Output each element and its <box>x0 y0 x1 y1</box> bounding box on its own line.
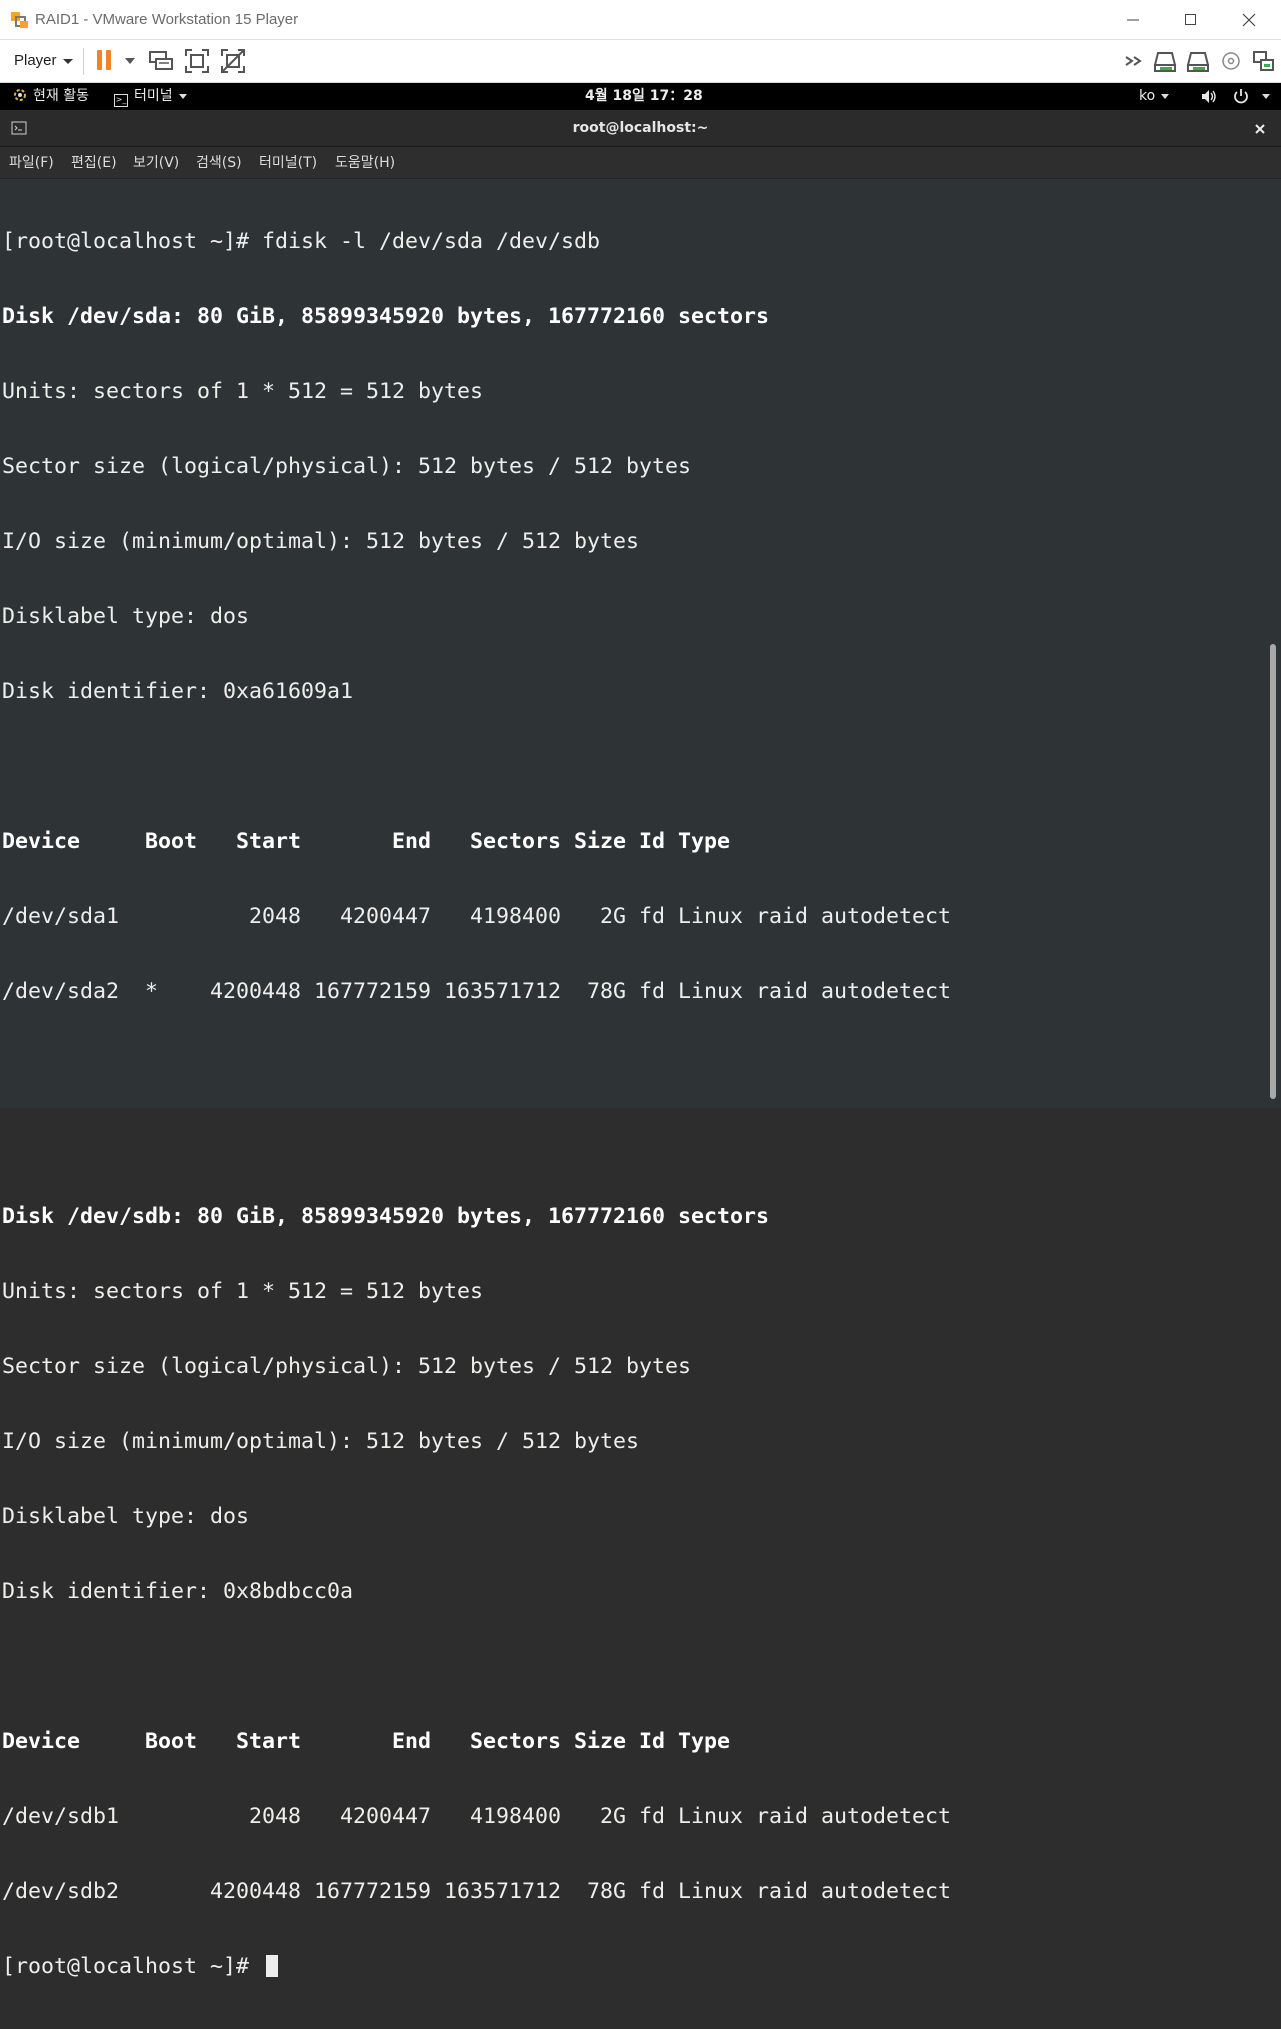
maximize-button[interactable] <box>1163 0 1221 40</box>
window-title-bar: RAID1 - VMware Workstation 15 Player <box>0 0 1281 40</box>
gnome-top-bar: 현재 활동 >_ 터미널 4월 18일 17：28 ko <box>0 83 1281 110</box>
app-menu-label: 터미널 <box>134 88 173 104</box>
menu-help[interactable]: 도움말(H) <box>335 147 395 179</box>
terminal-line: I/O size (minimum/optimal): 512 bytes / … <box>2 529 640 554</box>
maximize-icon <box>1185 14 1196 25</box>
menu-file[interactable]: 파일(F) <box>9 147 54 179</box>
fullscreen-icon <box>185 49 209 73</box>
volume-icon <box>1202 90 1216 103</box>
send-ctrl-alt-del-button[interactable] <box>147 47 175 75</box>
text-cursor <box>266 1955 279 1977</box>
hard-disk-2-button[interactable] <box>1185 47 1211 75</box>
terminal-line: Disk /dev/sda: 80 GiB, 85899345920 bytes… <box>2 304 770 329</box>
more-devices-icon <box>1125 56 1142 66</box>
more-devices-button[interactable] <box>1122 47 1148 75</box>
chevron-down-icon <box>1161 93 1170 99</box>
input-method-label: ko <box>1139 88 1156 104</box>
power-icon <box>1234 89 1249 104</box>
vmware-toolbar: Player <box>0 40 1281 83</box>
close-icon <box>1255 124 1265 134</box>
terminal-line: I/O size (minimum/optimal): 512 bytes / … <box>2 1429 640 1454</box>
terminal-line: [root@localhost ~]# fdisk -l /dev/sda /d… <box>2 229 601 254</box>
close-button[interactable] <box>1221 0 1279 40</box>
input-method-menu[interactable]: ko <box>1139 83 1170 110</box>
window-title: RAID1 - VMware Workstation 15 Player <box>35 11 299 28</box>
chevron-down-icon <box>62 58 73 64</box>
terminal-title: root@localhost:~ <box>572 120 709 136</box>
terminal-scrollbar[interactable] <box>1267 179 1281 1108</box>
close-icon <box>1242 13 1256 27</box>
network-button[interactable] <box>1251 47 1277 75</box>
terminal-app-icon: >_ <box>114 94 128 107</box>
menu-view[interactable]: 보기(V) <box>133 147 179 179</box>
terminal-line: Disklabel type: dos <box>2 1504 250 1529</box>
terminal-output-area[interactable]: [root@localhost ~]# fdisk -l /dev/sda /d… <box>0 179 1281 1979</box>
chevron-down-icon <box>1261 93 1270 99</box>
terminal-line: Device Boot Start End Sectors Size Id Ty… <box>2 829 731 854</box>
terminal-line: /dev/sda1 2048 4200447 4198400 2G fd Lin… <box>2 904 952 929</box>
clock[interactable]: 4월 18일 17：28 <box>585 83 703 110</box>
menu-search[interactable]: 검색(S) <box>196 147 242 179</box>
terminal-close-button[interactable] <box>1252 121 1268 137</box>
chevron-down-icon <box>178 93 187 99</box>
terminal-line: Units: sectors of 1 * 512 = 512 bytes <box>2 1279 484 1304</box>
menu-terminal[interactable]: 터미널(T) <box>259 147 317 179</box>
activities-label: 현재 활동 <box>33 88 89 104</box>
send-ctrl-alt-del-icon <box>149 51 173 70</box>
hard-disk-1-button[interactable] <box>1152 47 1178 75</box>
pause-button[interactable] <box>94 47 138 75</box>
toolbar-divider <box>83 48 84 75</box>
player-menu-label: Player <box>14 52 57 69</box>
terminal-line: Sector size (logical/physical): 512 byte… <box>2 1354 692 1379</box>
terminal-header-bar: root@localhost:~ <box>0 110 1281 147</box>
hard-disk-icon <box>1153 52 1177 72</box>
terminal-prompt-line: [root@localhost ~]# <box>2 1954 951 1979</box>
player-menu-button[interactable]: Player <box>8 48 79 74</box>
terminal-line: Disklabel type: dos <box>2 604 250 629</box>
app-menu-terminal[interactable]: >_ 터미널 <box>114 83 187 110</box>
terminal-line: /dev/sdb2 4200448 167772159 163571712 78… <box>2 1879 952 1904</box>
terminal-line: Device Boot Start End Sectors Size Id Ty… <box>2 1729 731 1754</box>
terminal-line: Disk /dev/sdb: 80 GiB, 85899345920 bytes… <box>2 1204 770 1229</box>
terminal-text: [root@localhost ~]# fdisk -l /dev/sda /d… <box>2 179 951 2029</box>
terminal-line: Disk identifier: 0xa61609a1 <box>2 679 354 704</box>
vmware-logo-icon <box>11 12 28 28</box>
terminal-line: Units: sectors of 1 * 512 = 512 bytes <box>2 379 484 404</box>
menu-edit[interactable]: 편집(E) <box>71 147 117 179</box>
cd-dvd-button[interactable] <box>1219 47 1243 75</box>
hard-disk-icon <box>1186 52 1210 72</box>
activities-button[interactable]: 현재 활동 <box>13 83 89 110</box>
activities-icon <box>13 85 27 101</box>
minimize-icon <box>1127 19 1139 21</box>
system-menu[interactable] <box>1200 83 1270 110</box>
pause-icon <box>97 50 135 70</box>
cd-dvd-icon <box>1222 52 1240 70</box>
terminal-line: Disk identifier: 0x8bdbcc0a <box>2 1579 354 1604</box>
minimize-button[interactable] <box>1105 0 1163 40</box>
terminal-line: /dev/sdb1 2048 4200447 4198400 2G fd Lin… <box>2 1804 952 1829</box>
terminal-prompt: [root@localhost ~]# <box>2 1954 263 1979</box>
unity-icon <box>221 49 245 73</box>
terminal-line: /dev/sda2 * 4200448 167772159 163571712 … <box>2 979 952 1004</box>
fullscreen-button[interactable] <box>183 47 211 75</box>
terminal-menubar: 파일(F) 편집(E) 보기(V) 검색(S) 터미널(T) 도움말(H) <box>0 147 1281 179</box>
network-icon <box>1253 51 1274 71</box>
unity-button[interactable] <box>219 47 247 75</box>
scrollbar-thumb[interactable] <box>1270 644 1276 1099</box>
terminal-line: Sector size (logical/physical): 512 byte… <box>2 454 692 479</box>
